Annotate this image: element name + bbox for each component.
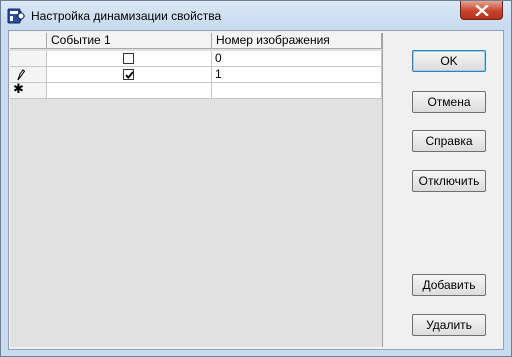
help-button[interactable]: Справка bbox=[412, 130, 486, 152]
column-header-event[interactable]: Событие 1 bbox=[47, 33, 212, 49]
image-number-cell[interactable]: 0 bbox=[212, 51, 382, 67]
grid-corner-header bbox=[10, 33, 47, 49]
window-title: Настройка динамизации свойства bbox=[31, 9, 222, 23]
event-cell[interactable] bbox=[47, 83, 212, 99]
table-row[interactable]: 1 bbox=[10, 67, 382, 83]
row-selector[interactable] bbox=[10, 67, 47, 83]
checkmark-icon bbox=[125, 71, 134, 79]
image-number-cell[interactable] bbox=[212, 83, 382, 99]
table-row[interactable]: 0 bbox=[10, 51, 382, 67]
event-cell[interactable] bbox=[47, 67, 212, 83]
grid-header-row: Событие 1 Номер изображения bbox=[10, 33, 382, 49]
column-header-image-number[interactable]: Номер изображения bbox=[212, 33, 382, 49]
close-button[interactable] bbox=[460, 1, 503, 20]
row-selector[interactable] bbox=[10, 51, 47, 67]
table-row-new[interactable]: ✱ bbox=[10, 83, 382, 99]
dialog-client-area: Событие 1 Номер изображения 0 1 ✱ OK Отм… bbox=[8, 30, 504, 350]
new-row-asterisk-icon: ✱ bbox=[13, 83, 24, 97]
app-icon bbox=[7, 7, 25, 25]
dialog-window: Настройка динамизации свойства Событие 1… bbox=[0, 0, 512, 357]
cancel-button[interactable]: Отмена bbox=[412, 91, 486, 113]
title-bar[interactable]: Настройка динамизации свойства bbox=[1, 1, 511, 30]
delete-button[interactable]: Удалить bbox=[412, 314, 486, 336]
divider bbox=[390, 33, 391, 347]
event-cell[interactable] bbox=[47, 51, 212, 67]
disable-button[interactable]: Отключить bbox=[412, 170, 486, 192]
image-number-cell[interactable]: 1 bbox=[212, 67, 382, 83]
ok-button[interactable]: OK bbox=[412, 50, 486, 72]
event-checkbox-checked[interactable] bbox=[123, 69, 134, 80]
row-selector[interactable]: ✱ bbox=[10, 83, 47, 99]
add-button[interactable]: Добавить bbox=[412, 274, 486, 296]
event-checkbox[interactable] bbox=[123, 53, 134, 64]
pencil-icon bbox=[17, 69, 26, 81]
close-icon bbox=[475, 5, 489, 16]
events-grid[interactable]: Событие 1 Номер изображения 0 1 ✱ bbox=[10, 33, 383, 347]
